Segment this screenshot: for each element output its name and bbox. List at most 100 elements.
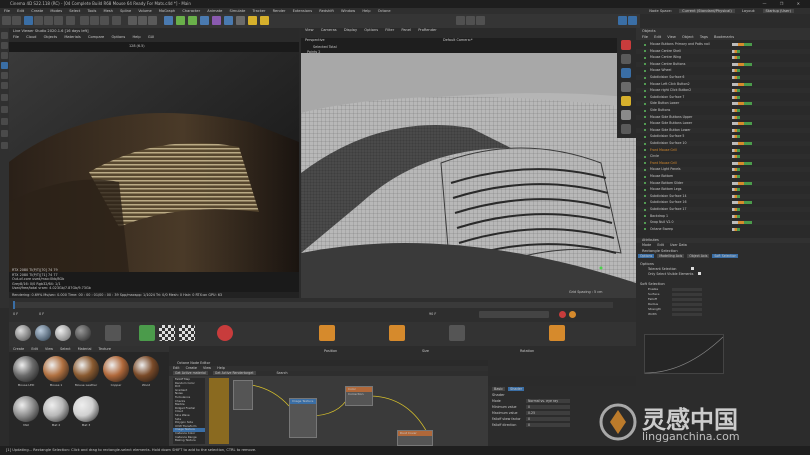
octane-material-icon[interactable] xyxy=(621,82,631,92)
record-icon[interactable] xyxy=(476,16,485,25)
menu-select[interactable]: Select xyxy=(69,9,80,13)
menu-redshift[interactable]: Redshift xyxy=(319,9,334,13)
y-axis-icon[interactable] xyxy=(90,16,99,25)
object-tags-icon[interactable] xyxy=(732,135,740,139)
autokey-icon[interactable] xyxy=(569,311,576,318)
node-attr-tab-basic[interactable]: Basic xyxy=(492,387,505,391)
object-tags-icon[interactable] xyxy=(732,227,740,231)
shortcut-texture-icon[interactable] xyxy=(105,325,121,341)
node-palette-item[interactable]: Baking Texture xyxy=(173,438,205,443)
node-search-label[interactable]: Search xyxy=(277,371,288,375)
cloner-icon[interactable] xyxy=(212,16,221,25)
menu-tracker[interactable]: Tracker xyxy=(253,9,266,13)
object-tags-icon[interactable] xyxy=(732,161,752,165)
object-tags-icon[interactable] xyxy=(732,82,752,86)
only-visible-checkbox[interactable] xyxy=(698,272,702,275)
object-row[interactable]: Subdivision Surface 16 xyxy=(636,200,810,206)
shortcut-material-icon[interactable] xyxy=(15,325,31,341)
checker-texture-icon[interactable] xyxy=(179,325,195,341)
ne-menu-help[interactable]: Help xyxy=(217,366,225,370)
soft-selection-row[interactable]: Width xyxy=(636,312,810,317)
vp-menu-filter[interactable]: Filter xyxy=(385,28,394,32)
render-picture-viewer-icon[interactable] xyxy=(138,16,147,25)
mm-menu-create[interactable]: Create xyxy=(13,347,24,351)
node-color-correction[interactable]: Color Correction xyxy=(345,386,373,406)
menu-mograph[interactable]: MoGraph xyxy=(159,9,175,13)
node-attr-value[interactable]: 0.25 xyxy=(526,411,570,415)
undo-icon[interactable] xyxy=(2,16,11,25)
material-swatch[interactable]: Copper xyxy=(103,356,129,392)
menu-spline[interactable]: Spline xyxy=(120,9,131,13)
object-tags-icon[interactable] xyxy=(732,214,740,218)
object-tags-icon[interactable] xyxy=(732,148,740,152)
object-row[interactable]: Subdivision Surface 10 xyxy=(636,141,810,146)
object-row[interactable]: Mouse Wheel xyxy=(636,68,810,74)
object-row[interactable]: Subdivision Surface 5 xyxy=(636,134,810,140)
checker-texture-icon[interactable] xyxy=(159,325,175,341)
shortcut-material-icon[interactable] xyxy=(75,325,91,341)
shortcut-node-icon[interactable] xyxy=(449,325,465,341)
om-menu-edit[interactable]: Edit xyxy=(654,35,661,39)
am-menu-edit[interactable]: Edit xyxy=(657,243,664,247)
array-icon[interactable] xyxy=(200,16,209,25)
object-tags-icon[interactable] xyxy=(732,128,740,132)
node-image-texture[interactable]: Image Texture xyxy=(289,398,317,438)
texture-mode-icon[interactable] xyxy=(1,52,8,59)
node-input-block[interactable] xyxy=(233,380,253,410)
octane-object-icon[interactable] xyxy=(621,110,631,120)
points-mode-icon[interactable] xyxy=(1,62,8,69)
object-row[interactable]: Side Buttons xyxy=(636,108,810,113)
menu-simulate[interactable]: Simulate xyxy=(229,9,245,13)
object-row[interactable]: Snap Null V2.0 xyxy=(636,220,810,226)
pen-spline-icon[interactable] xyxy=(176,16,185,25)
object-row[interactable]: Mouse Side Buttons Upper xyxy=(636,114,810,120)
object-row[interactable]: Octane Sweep xyxy=(636,226,810,232)
vp-menu-view[interactable]: View xyxy=(305,28,314,32)
object-row[interactable]: Mouse Light Panels xyxy=(636,167,810,173)
soft-selection-field[interactable] xyxy=(672,308,702,311)
object-row[interactable]: Mouse Centre Shell xyxy=(636,48,810,54)
menu-character[interactable]: Character xyxy=(182,9,200,13)
timeline-ruler[interactable] xyxy=(13,302,613,308)
vp-menu-options[interactable]: Options xyxy=(364,28,378,32)
node-space-value[interactable]: Current (Standard/Physical) xyxy=(679,9,735,13)
node-attr-value[interactable]: 0 xyxy=(526,405,570,409)
am-menu-user-data[interactable]: User Data xyxy=(670,243,687,247)
make-editable-icon[interactable] xyxy=(1,32,8,39)
om-menu-bookmarks[interactable]: Bookmarks xyxy=(714,35,734,39)
material-swatch[interactable]: Mouse LED xyxy=(13,356,39,392)
octane-light-icon[interactable] xyxy=(621,54,631,64)
solo-icon[interactable] xyxy=(1,142,8,149)
snap-icon[interactable] xyxy=(1,106,8,113)
redo-icon[interactable] xyxy=(12,16,21,25)
select-tool-icon[interactable] xyxy=(24,16,33,25)
material-swatch[interactable]: Mat 3 xyxy=(73,396,99,432)
object-row[interactable]: Mouse Bottom Slider xyxy=(636,180,810,186)
soft-selection-field[interactable] xyxy=(672,298,702,301)
tolerant-selection-checkbox[interactable] xyxy=(691,267,695,270)
lv-menu-cloud[interactable]: Cloud xyxy=(26,35,36,39)
lv-menu-file[interactable]: File xyxy=(13,35,19,39)
window-controls[interactable]: — ❐ ✕ xyxy=(763,0,806,8)
live-viewer-zoom[interactable]: 128 (6.5) xyxy=(129,44,145,48)
attr-tab-object-axis[interactable]: Object Axis xyxy=(687,254,710,258)
object-row[interactable]: Side Button Lower xyxy=(636,101,810,107)
object-tags-icon[interactable] xyxy=(732,208,740,211)
lv-menu-materials[interactable]: Materials xyxy=(64,35,80,39)
menu-modes[interactable]: Modes xyxy=(50,9,62,13)
timeline[interactable]: 0 F 0 F 90 F xyxy=(9,298,636,322)
octane-settings-icon[interactable] xyxy=(618,16,627,25)
falloff-graph[interactable] xyxy=(644,334,724,374)
object-tags-icon[interactable] xyxy=(732,109,740,112)
object-row[interactable]: Subdivision Surface 17 xyxy=(636,207,810,212)
play-forward-icon[interactable] xyxy=(456,16,465,25)
layout-selector[interactable]: Node Space: Current (Standard/Physical) … xyxy=(649,8,800,14)
locked-workplane-icon[interactable] xyxy=(1,130,8,137)
soft-selection-field[interactable] xyxy=(672,303,702,306)
object-row[interactable]: Circle xyxy=(636,154,810,160)
playback-controls[interactable] xyxy=(479,311,549,318)
frame-start[interactable]: 0 F xyxy=(13,312,18,316)
octane-sky-icon[interactable] xyxy=(621,68,631,78)
object-tags-icon[interactable] xyxy=(732,102,752,106)
object-tags-icon[interactable] xyxy=(732,89,740,93)
